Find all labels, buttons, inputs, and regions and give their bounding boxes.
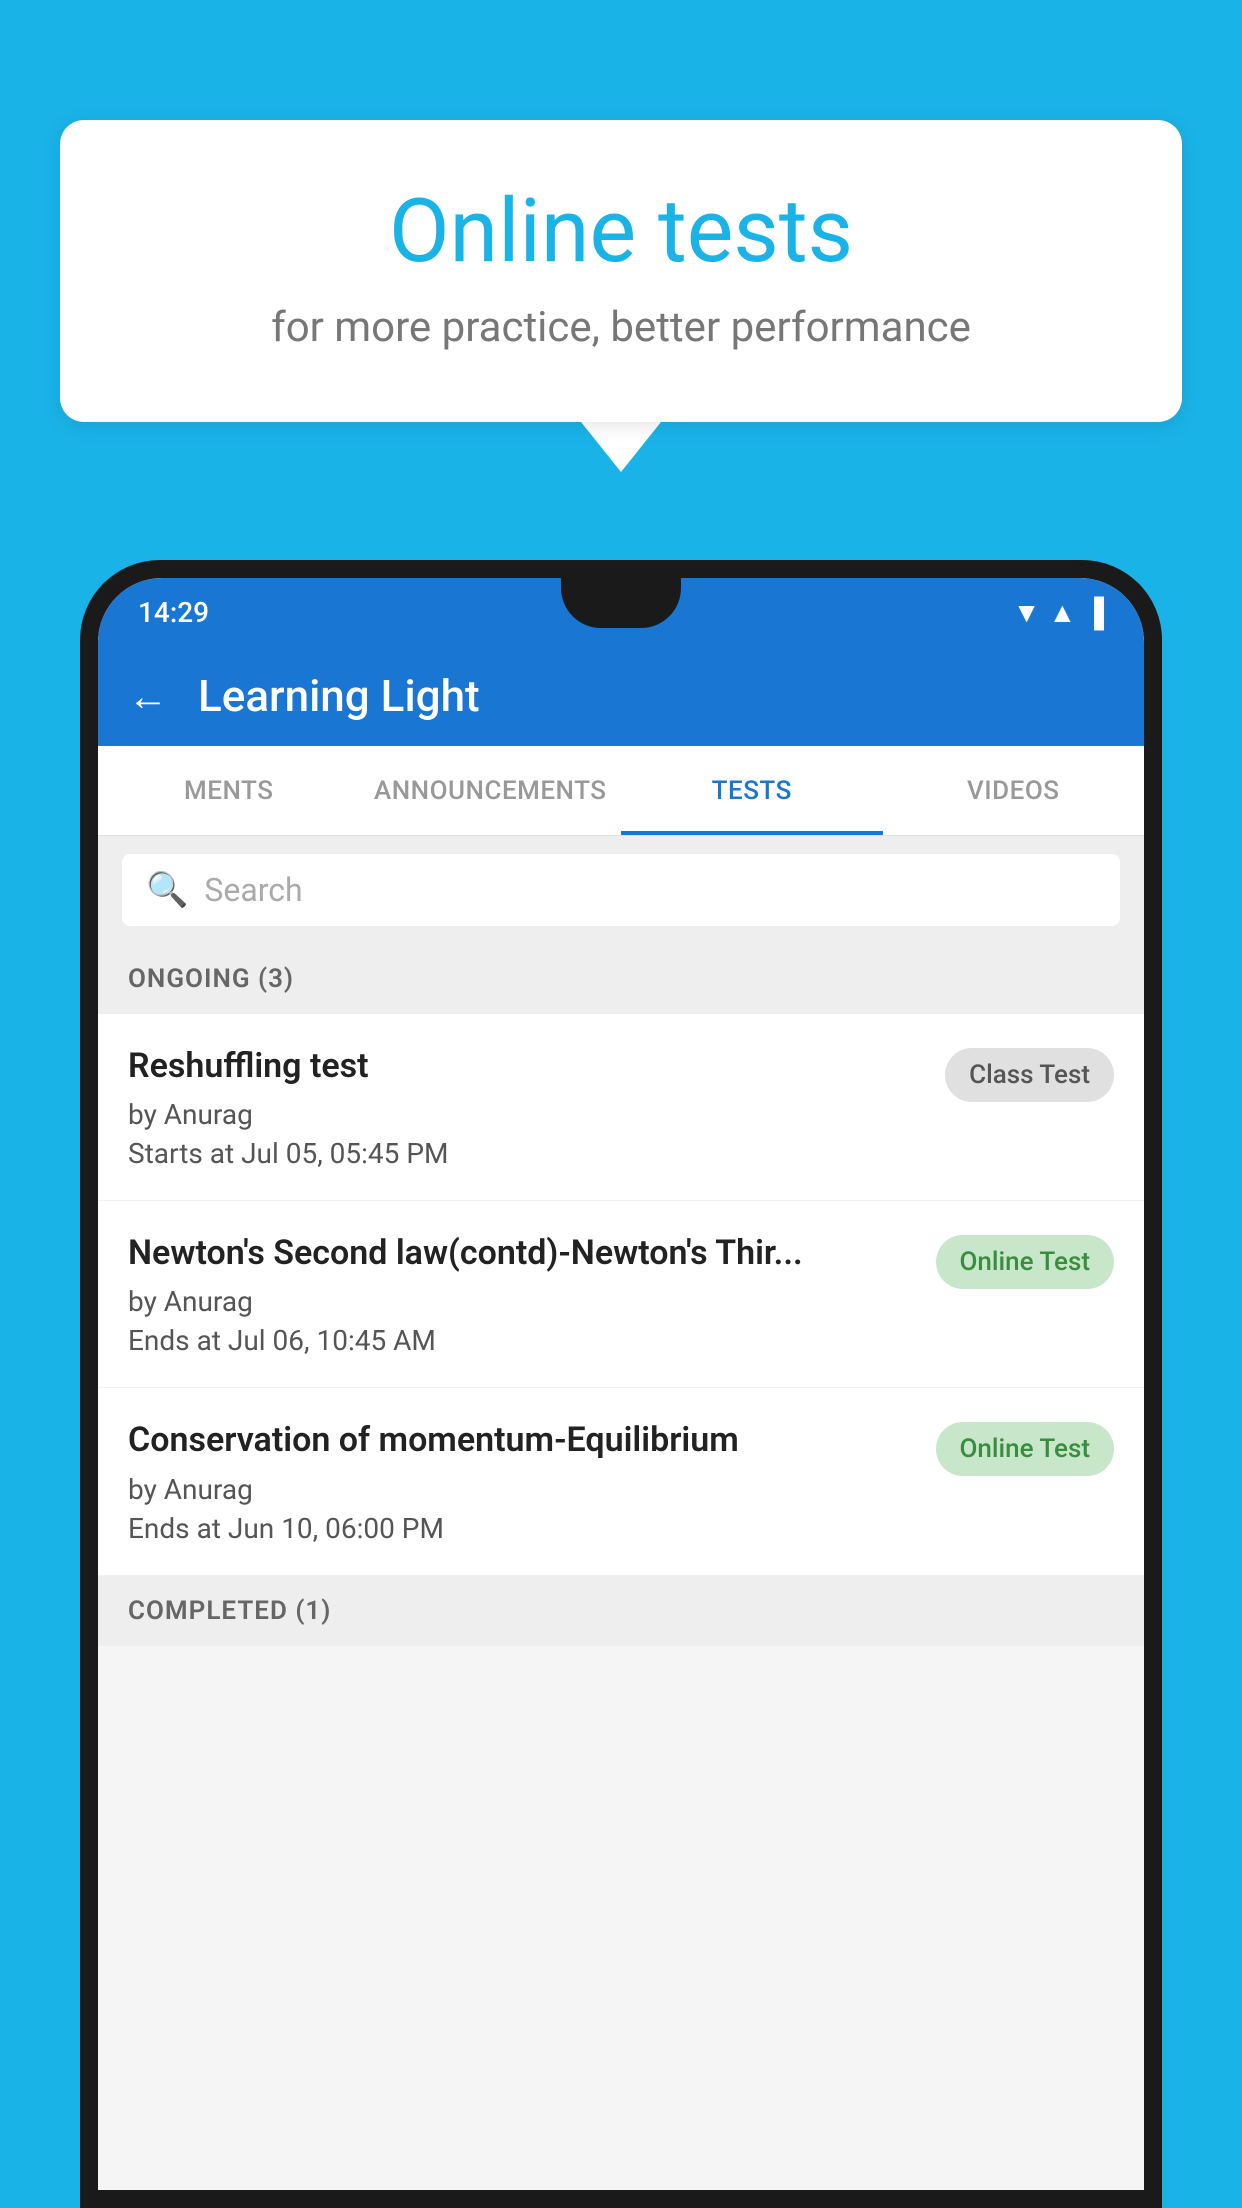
test-author: by Anurag xyxy=(128,1098,925,1131)
search-container: 🔍 Search xyxy=(98,836,1144,944)
app-bar-title: Learning Light xyxy=(198,670,480,722)
test-title: Conservation of momentum-Equilibrium xyxy=(128,1418,916,1462)
speech-bubble-subtitle: for more practice, better performance xyxy=(140,303,1102,352)
test-item[interactable]: Conservation of momentum-Equilibrium by … xyxy=(98,1388,1144,1575)
tab-announcements[interactable]: ANNOUNCEMENTS xyxy=(360,746,622,835)
online-test-badge-2: Online Test xyxy=(936,1422,1115,1476)
search-icon: 🔍 xyxy=(146,870,188,910)
signal-icon: ▲ xyxy=(1048,596,1076,629)
speech-bubble-arrow xyxy=(581,422,661,472)
app-bar: ← Learning Light xyxy=(98,646,1144,746)
tabs-bar: MENTS ANNOUNCEMENTS TESTS VIDEOS xyxy=(98,746,1144,836)
tab-ments[interactable]: MENTS xyxy=(98,746,360,835)
test-item[interactable]: Newton's Second law(contd)-Newton's Thir… xyxy=(98,1201,1144,1388)
phone-notch xyxy=(561,578,681,628)
speech-bubble-container: Online tests for more practice, better p… xyxy=(60,120,1182,472)
class-test-badge: Class Test xyxy=(945,1048,1114,1102)
phone-frame: 14:29 ▼ ▲ ▐ ← Learning Light MENTS ANNOU… xyxy=(80,560,1162,2208)
test-time: Starts at Jul 05, 05:45 PM xyxy=(128,1137,925,1170)
tab-tests[interactable]: TESTS xyxy=(621,746,883,835)
back-button[interactable]: ← xyxy=(128,673,168,720)
ongoing-section-header: ONGOING (3) xyxy=(98,944,1144,1014)
phone-inner: 14:29 ▼ ▲ ▐ ← Learning Light MENTS ANNOU… xyxy=(98,578,1144,2190)
search-input-wrapper[interactable]: 🔍 Search xyxy=(122,854,1120,926)
speech-bubble: Online tests for more practice, better p… xyxy=(60,120,1182,422)
test-list: Reshuffling test by Anurag Starts at Jul… xyxy=(98,1014,1144,1576)
test-info: Newton's Second law(contd)-Newton's Thir… xyxy=(128,1231,916,1357)
test-info: Conservation of momentum-Equilibrium by … xyxy=(128,1418,916,1544)
test-info: Reshuffling test by Anurag Starts at Jul… xyxy=(128,1044,925,1170)
online-test-badge: Online Test xyxy=(936,1235,1115,1289)
battery-icon: ▐ xyxy=(1084,596,1104,629)
test-title: Reshuffling test xyxy=(128,1044,925,1088)
search-input[interactable]: Search xyxy=(204,871,302,909)
test-time: Ends at Jul 06, 10:45 AM xyxy=(128,1324,916,1357)
test-item[interactable]: Reshuffling test by Anurag Starts at Jul… xyxy=(98,1014,1144,1201)
status-time: 14:29 xyxy=(138,596,209,629)
test-author: by Anurag xyxy=(128,1285,916,1318)
test-author: by Anurag xyxy=(128,1473,916,1506)
tab-videos[interactable]: VIDEOS xyxy=(883,746,1145,835)
test-time: Ends at Jun 10, 06:00 PM xyxy=(128,1512,916,1545)
test-title: Newton's Second law(contd)-Newton's Thir… xyxy=(128,1231,916,1275)
wifi-icon: ▼ xyxy=(1013,596,1041,629)
status-icons: ▼ ▲ ▐ xyxy=(1013,596,1104,629)
speech-bubble-title: Online tests xyxy=(140,180,1102,283)
completed-section-header: COMPLETED (1) xyxy=(98,1576,1144,1646)
